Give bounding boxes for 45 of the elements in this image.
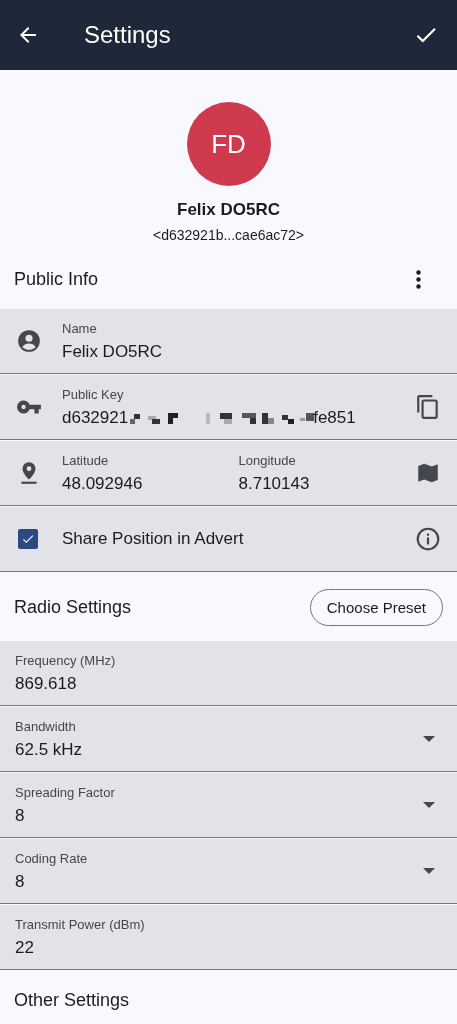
- dropdown-field[interactable]: Bandwidth 62.5 kHz: [0, 707, 457, 772]
- field-value: 48.092946: [62, 473, 144, 494]
- field-label: Public Key: [62, 386, 124, 402]
- dropdown-caret-icon: [423, 802, 435, 808]
- profile-name: Felix DO5RC: [177, 200, 280, 220]
- field-label: Bandwidth: [15, 718, 76, 734]
- input-field[interactable]: Latitude 48.092946 Longitude 8.710143: [0, 441, 457, 506]
- dropdown-field[interactable]: Coding Rate 8: [0, 839, 457, 904]
- field-value: 8.710143: [238, 473, 311, 494]
- account-circle-icon: [16, 328, 42, 354]
- field-label: Spreading Factor: [15, 784, 115, 800]
- field-value: 22: [15, 937, 35, 958]
- field-label: Transmit Power (dBm): [15, 916, 145, 932]
- key-end: fe851: [313, 407, 356, 428]
- section-title: Other Settings: [14, 989, 130, 1011]
- field-value: 8: [15, 871, 26, 892]
- screen-title: Settings: [84, 21, 172, 49]
- info-icon[interactable]: [415, 526, 441, 552]
- field-label: Frequency (MHz): [15, 652, 116, 668]
- field-value: 8: [15, 805, 26, 826]
- field-label: Coding Rate: [15, 850, 88, 866]
- avatar: FD: [186, 102, 271, 186]
- input-field[interactable]: Transmit Power (dBm) 22: [0, 905, 457, 970]
- checkmark-icon: [21, 532, 35, 546]
- field-label: Latitude: [62, 452, 109, 468]
- field-value: 62.5 kHz: [15, 739, 84, 760]
- section-title: Radio Settings: [14, 596, 132, 618]
- checkbox[interactable]: [18, 529, 38, 549]
- key-start: d632921: [62, 407, 129, 428]
- field-value: Felix DO5RC: [62, 341, 163, 362]
- dropdown-caret-icon: [423, 736, 435, 742]
- more-icon: [416, 269, 421, 289]
- checkbox-row[interactable]: Share Position in Advert: [0, 507, 457, 572]
- copy-icon[interactable]: [415, 394, 441, 420]
- input-field[interactable]: Frequency (MHz) 869.618: [0, 641, 457, 706]
- checkbox-label: Share Position in Advert: [62, 529, 244, 549]
- field-label: Name: [62, 320, 97, 336]
- input-field[interactable]: Public Key d632921 fe851: [0, 375, 457, 440]
- dropdown-caret-icon: [423, 868, 435, 874]
- dropdown-field[interactable]: Spreading Factor 8: [0, 773, 457, 838]
- public-key-short: <d632921b...cae6ac72>: [153, 227, 304, 243]
- field-label: Longitude: [238, 452, 296, 468]
- field-value: 869.618: [15, 673, 78, 694]
- section-title: Public Info: [14, 268, 99, 290]
- input-field[interactable]: Name Felix DO5RC: [0, 309, 457, 374]
